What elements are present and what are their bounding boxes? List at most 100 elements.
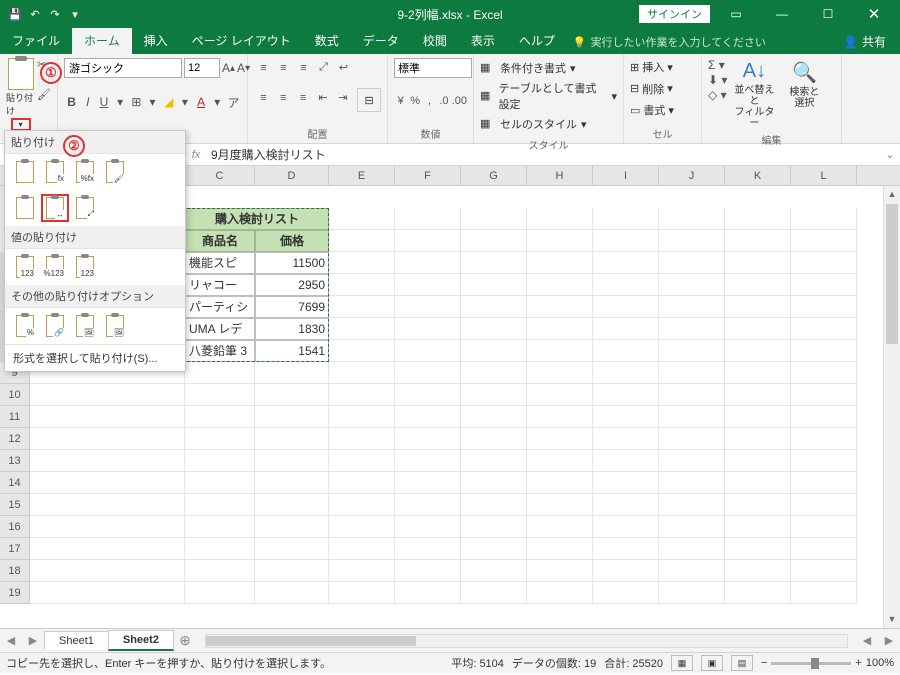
cell[interactable] [30,472,185,494]
cell[interactable] [659,296,725,318]
cell[interactable] [461,472,527,494]
fill-icon[interactable]: ⬇ ▾ [708,73,727,87]
cell[interactable] [791,274,857,296]
cell[interactable] [527,428,593,450]
cell[interactable] [791,494,857,516]
cell[interactable] [255,362,329,384]
cell[interactable]: 1830 [255,318,329,340]
ribbon-options-icon[interactable]: ▭ [716,0,756,28]
cell[interactable] [461,384,527,406]
cell[interactable] [725,252,791,274]
qat-more-icon[interactable]: ▾ [66,5,84,23]
cell[interactable] [725,560,791,582]
cell[interactable] [329,252,395,274]
cell[interactable]: UMA レデ [185,318,255,340]
paste-special-button[interactable]: 形式を選択して貼り付け(S)... [5,344,185,371]
row-header[interactable]: 19 [0,582,30,604]
cell[interactable] [593,230,659,252]
paste-keep-column-width-icon[interactable]: ↔ [41,194,69,222]
percent-icon[interactable]: % [408,91,421,110]
paste-linked-picture-icon[interactable]: 🖼 [101,312,129,340]
row-header[interactable]: 12 [0,428,30,450]
cell[interactable] [791,538,857,560]
cell[interactable] [593,318,659,340]
cell[interactable] [185,384,255,406]
cell-styles-button[interactable]: ▦セルのスタイル ▾ [480,114,617,134]
cell[interactable] [659,384,725,406]
column-header[interactable]: L [791,166,857,185]
cell[interactable] [255,450,329,472]
cell[interactable] [395,384,461,406]
cell[interactable] [395,516,461,538]
cell[interactable] [725,406,791,428]
cell[interactable] [593,494,659,516]
maximize-button[interactable]: ☐ [808,0,848,28]
cell[interactable] [791,208,857,230]
cell[interactable] [255,516,329,538]
cell[interactable] [593,362,659,384]
tab-file[interactable]: ファイル [0,27,72,54]
cell[interactable] [725,318,791,340]
cell[interactable] [255,560,329,582]
cell[interactable] [527,318,593,340]
cell[interactable] [255,472,329,494]
cell[interactable] [461,538,527,560]
view-page-layout-icon[interactable]: ▣ [701,655,723,671]
cell[interactable] [791,516,857,538]
merge-button[interactable]: ⊟ [357,88,381,112]
tab-help[interactable]: ヘルプ [507,27,567,54]
format-painter-icon[interactable]: 🖌 [37,88,51,101]
cell[interactable] [329,538,395,560]
cell[interactable] [593,450,659,472]
cell[interactable]: 価格 [255,230,329,252]
cell[interactable] [461,582,527,604]
cell[interactable] [659,340,725,362]
cell[interactable] [329,472,395,494]
increase-decimal-icon[interactable]: .0 [437,91,450,110]
cell[interactable] [30,428,185,450]
cell[interactable] [461,340,527,362]
cell[interactable] [255,538,329,560]
copy-icon[interactable]: 📄 [37,73,51,86]
cell[interactable] [461,516,527,538]
cell[interactable] [659,450,725,472]
cell[interactable] [659,428,725,450]
format-cells-button[interactable]: ▭ 書式 ▾ [630,101,695,119]
cell[interactable] [30,560,185,582]
cell[interactable] [527,274,593,296]
paste-no-borders-icon[interactable] [11,194,39,222]
cell[interactable] [725,582,791,604]
cell[interactable] [461,252,527,274]
cell[interactable] [395,472,461,494]
cell[interactable] [185,472,255,494]
wrap-text-button[interactable]: ↩ [334,58,353,77]
cell[interactable] [329,450,395,472]
cell[interactable] [461,318,527,340]
cell[interactable] [395,450,461,472]
scroll-down-icon[interactable]: ▼ [884,611,900,628]
paste-values-source-icon[interactable]: 123 [71,253,99,281]
paste-values-icon[interactable]: 123 [11,253,39,281]
cell[interactable] [185,538,255,560]
view-page-break-icon[interactable]: ▤ [731,655,753,671]
cell[interactable] [395,560,461,582]
scroll-right-icon[interactable]: ▶ [878,634,900,647]
cell[interactable] [395,252,461,274]
sort-filter-button[interactable]: A↓ 並べ替えと フィルター [731,58,777,129]
cell[interactable] [185,362,255,384]
cell[interactable] [255,406,329,428]
row-header[interactable]: 16 [0,516,30,538]
cell[interactable] [461,428,527,450]
column-header[interactable]: K [725,166,791,185]
cell[interactable] [461,296,527,318]
cell[interactable] [725,428,791,450]
cell[interactable] [593,428,659,450]
cell[interactable] [725,340,791,362]
paste-all-icon[interactable] [11,158,39,186]
scroll-thumb[interactable] [206,636,416,646]
scroll-left-icon[interactable]: ◀ [856,634,878,647]
orientation-icon[interactable]: ⤢ [314,58,333,77]
share-button[interactable]: 👤共有 [829,29,900,54]
clear-icon[interactable]: ◇ ▾ [708,88,727,102]
cell[interactable] [395,340,461,362]
